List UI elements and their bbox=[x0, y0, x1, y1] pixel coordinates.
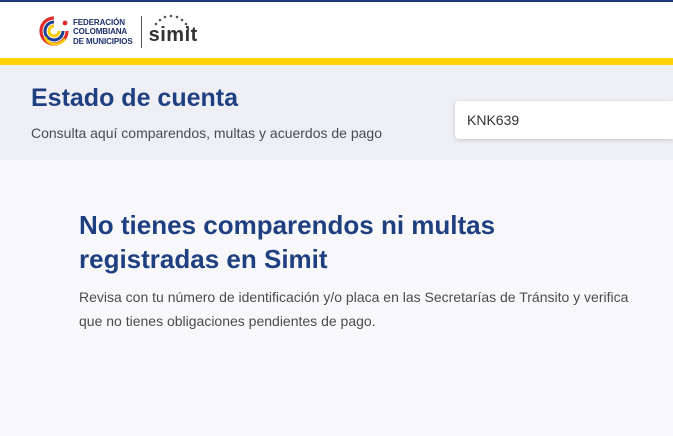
header-logos[interactable]: FEDERACIÓN COLOMBIANA DE MUNICIPIOS simi… bbox=[38, 12, 197, 52]
header-yellow-bar bbox=[0, 58, 673, 65]
fcm-logo-text: FEDERACIÓN COLOMBIANA DE MUNICIPIOS bbox=[73, 18, 133, 47]
site-header: FEDERACIÓN COLOMBIANA DE MUNICIPIOS simi… bbox=[0, 2, 673, 58]
fcm-logo-line: COLOMBIANA bbox=[73, 27, 128, 37]
logo-divider bbox=[140, 16, 142, 48]
result-title: No tienes comparendos ni multas registra… bbox=[79, 210, 496, 274]
fcm-logo-line: FEDERACIÓN bbox=[73, 17, 125, 27]
simit-logo: simit bbox=[149, 13, 197, 51]
fcm-emblem-icon bbox=[39, 16, 69, 46]
result-description: Revisa con tu número de identificación y… bbox=[79, 289, 629, 329]
page-title: Estado de cuenta bbox=[31, 84, 238, 112]
plate-search-input[interactable] bbox=[455, 101, 673, 139]
fcm-logo-line: DE MUNICIPIOS bbox=[73, 36, 133, 46]
page-subtitle: Consulta aquí comparendos, multas y acue… bbox=[31, 125, 382, 141]
simit-logo-text: simit bbox=[148, 24, 198, 46]
